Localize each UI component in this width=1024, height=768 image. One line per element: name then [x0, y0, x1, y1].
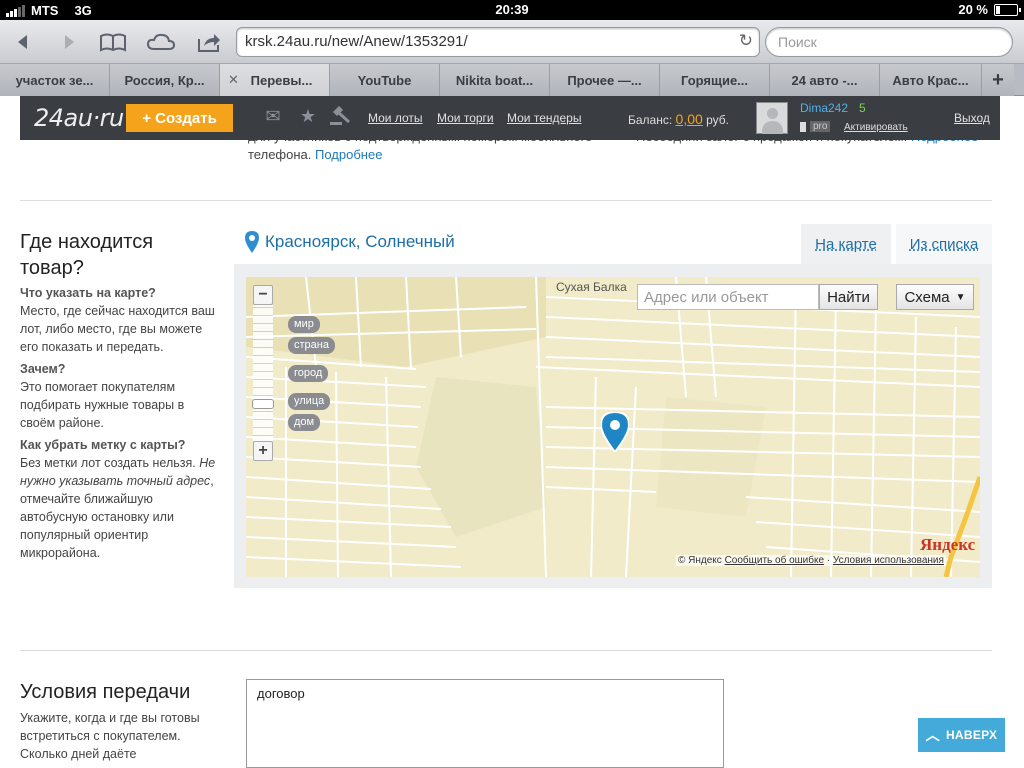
site-header: 24au·ru + Создать ✉ ★ Мои лоты Мои торги… — [20, 96, 1000, 140]
more-link[interactable]: Подробнее — [315, 147, 382, 162]
map-marker-icon[interactable] — [601, 412, 629, 452]
browser-tab[interactable]: Горящие... — [660, 64, 770, 96]
section-divider — [20, 200, 992, 201]
reload-icon[interactable]: ↻ — [739, 31, 753, 51]
report-error-link[interactable]: Сообщить об ошибке — [725, 555, 824, 566]
zoom-in-button[interactable]: + — [253, 441, 273, 461]
conditions-textarea[interactable]: договор — [246, 679, 724, 768]
zoom-level-city[interactable]: город — [288, 365, 329, 382]
search-placeholder: Поиск — [778, 34, 817, 50]
zoom-level-house[interactable]: дом — [288, 414, 321, 431]
browser-tab[interactable]: 24 авто -... — [770, 64, 880, 96]
logout-link[interactable]: Выход — [954, 111, 990, 125]
tab-on-map[interactable]: На карте — [801, 224, 891, 264]
browser-tab[interactable]: Прочее —... — [550, 64, 660, 96]
tab-strip: участок зе... Россия, Кр... ✕ Перевы... Y… — [0, 64, 1024, 96]
terms-link[interactable]: Условия использования — [833, 555, 944, 566]
close-tab-icon[interactable]: ✕ — [228, 72, 239, 88]
back-to-top-button[interactable]: ︿ НАВЕРХ — [918, 718, 1005, 752]
conditions-section-title: Условия передачи — [20, 681, 191, 703]
my-bids-link[interactable]: Мои торги — [437, 111, 494, 125]
my-lots-link[interactable]: Мои лоты — [368, 111, 423, 125]
pro-badge: pro — [800, 121, 831, 132]
browser-tab-active[interactable]: ✕ Перевы... — [220, 64, 330, 96]
browser-tab[interactable]: YouTube — [330, 64, 440, 96]
map-find-button[interactable]: Найти — [819, 284, 878, 310]
icloud-tabs-icon[interactable] — [146, 28, 176, 56]
mail-icon[interactable]: ✉ — [261, 106, 285, 128]
zoom-level-street[interactable]: улица — [288, 393, 331, 410]
site-logo[interactable]: 24au·ru — [34, 104, 124, 132]
share-icon[interactable] — [194, 28, 224, 56]
yandex-logo: Яндекс — [920, 535, 976, 554]
user-rating: 5 — [859, 101, 866, 115]
new-tab-button[interactable]: + — [982, 64, 1014, 96]
avatar[interactable] — [756, 102, 788, 134]
map-attribution: © Яндекс Сообщить об ошибке · Условия ис… — [676, 555, 946, 566]
clock: 20:39 — [495, 2, 529, 17]
url-text: krsk.24au.ru/new/Anew/1353291/ — [245, 33, 468, 50]
forward-icon[interactable] — [54, 28, 84, 56]
search-input[interactable]: Поиск — [765, 27, 1013, 57]
browser-tab[interactable]: Россия, Кр... — [110, 64, 220, 96]
star-icon[interactable]: ★ — [296, 106, 320, 128]
location-help: Что указать на карте? Место, где сейчас … — [20, 286, 216, 560]
address-bar[interactable]: krsk.24au.ru/new/Anew/1353291/ ↻ — [236, 27, 760, 57]
username-link[interactable]: Dima242 — [800, 101, 848, 115]
back-icon[interactable] — [8, 28, 38, 56]
balance: Баланс: 0,00 руб. — [628, 111, 730, 127]
create-button[interactable]: + Создать — [126, 104, 233, 132]
map-place-label: Сухая Балка — [556, 280, 627, 294]
zoom-out-button[interactable]: − — [253, 285, 273, 305]
location-pin-icon — [245, 231, 259, 253]
status-bar: MTS 3G 20:39 20 % — [0, 0, 1024, 20]
location-section-title: Где находится товар? — [20, 231, 154, 279]
browser-tab[interactable]: Nikita boat... — [440, 64, 550, 96]
chevron-up-icon: ︿ — [925, 727, 940, 743]
tab-from-list[interactable]: Из списка — [896, 224, 992, 264]
zoom-slider[interactable] — [253, 305, 273, 441]
zoom-slider-handle[interactable] — [252, 399, 274, 409]
location-text: Красноярск, Солнечный — [265, 232, 455, 251]
conditions-help: Укажите, когда и где вы готовы встретить… — [20, 711, 200, 761]
my-tenders-link[interactable]: Мои тендеры — [507, 111, 581, 125]
browser-tab[interactable]: участок зе... — [0, 64, 110, 96]
activate-link[interactable]: Активировать — [844, 122, 908, 133]
chevron-down-icon: ▼ — [955, 291, 966, 303]
auction-hammer-icon[interactable] — [328, 106, 352, 128]
browser-toolbar: krsk.24au.ru/new/Anew/1353291/ ↻ Поиск — [0, 20, 1024, 64]
phone-icon — [800, 121, 806, 132]
section-divider — [20, 650, 992, 651]
battery-icon — [994, 3, 1021, 16]
zoom-level-world[interactable]: мир — [288, 316, 320, 333]
bookmarks-icon[interactable] — [98, 28, 128, 56]
zoom-level-country[interactable]: страна — [288, 337, 335, 354]
browser-tab[interactable]: Авто Крас... — [880, 64, 982, 96]
balance-amount[interactable]: 0,00 — [676, 111, 703, 127]
map-type-select[interactable]: Схема ▼ — [896, 284, 974, 310]
map-search-input[interactable]: Адрес или объект — [637, 284, 819, 310]
battery-percent: 20 % — [958, 2, 988, 17]
